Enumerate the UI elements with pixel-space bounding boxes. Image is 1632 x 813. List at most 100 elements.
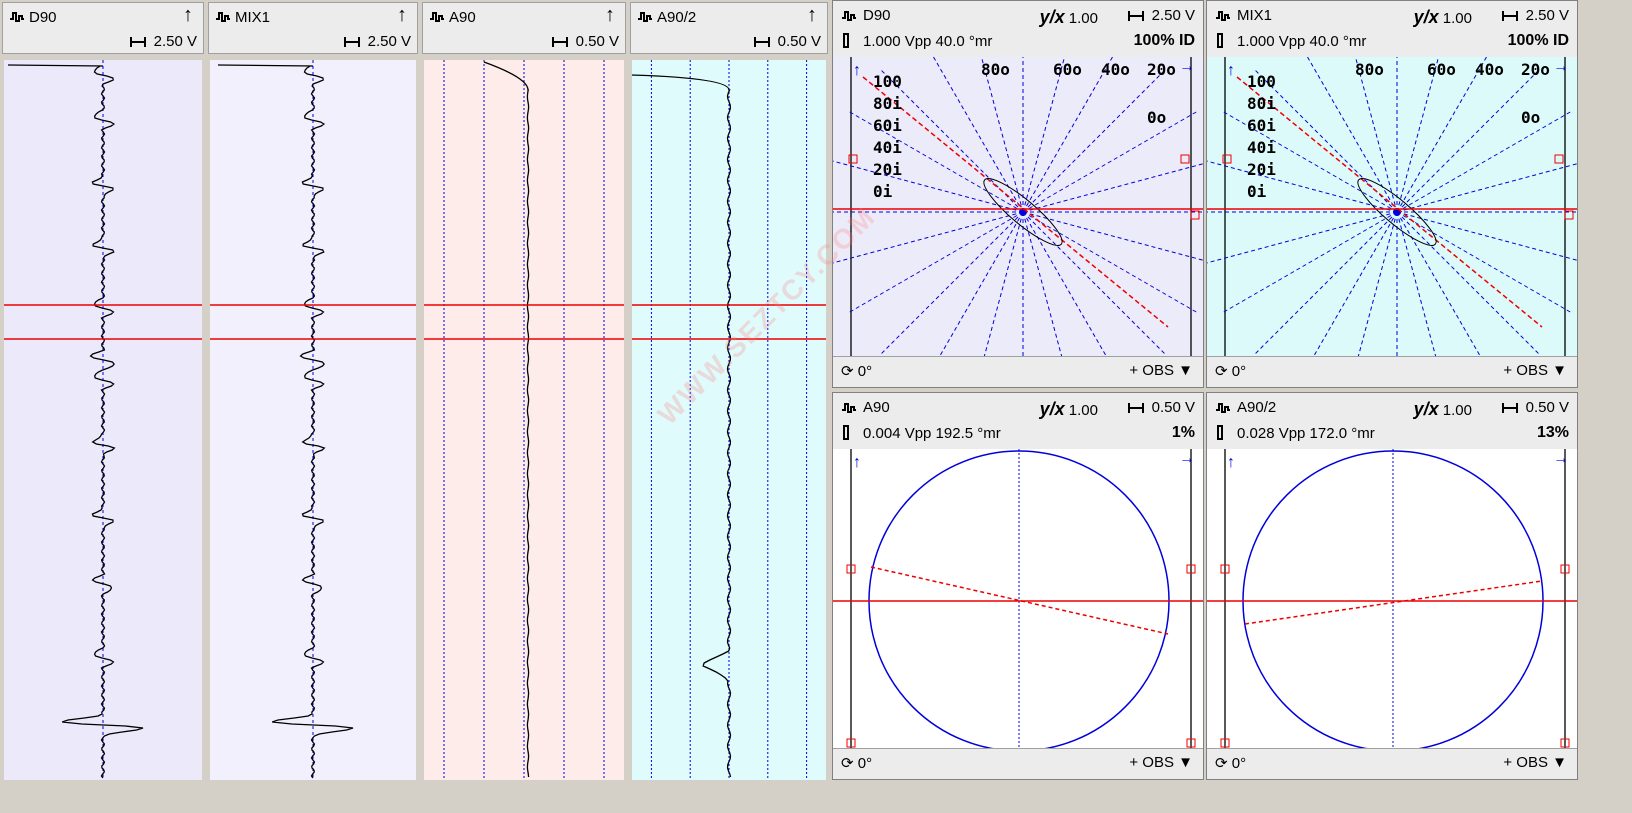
lissajous-scale: 2.50 V (1127, 7, 1195, 24)
up-marker: ↑ (1227, 62, 1235, 79)
lissajous-header[interactable]: D90 y/x 1.00 2.50 V 1.000 Vpp 40.0 °mr 1… (833, 1, 1203, 57)
strip-header[interactable]: MIX1 ↑ 2.50 V (208, 2, 418, 54)
strip-scale: 2.50 V (343, 33, 411, 50)
depth-label-od: 60o (1053, 60, 1082, 79)
depth-label-od: 0o (1147, 108, 1166, 127)
strip-plot[interactable] (424, 60, 624, 813)
depth-label-id: 60i (873, 116, 902, 135)
signal-icon (638, 12, 652, 22)
lissajous-footer[interactable]: ⟳ 0° + OBS ▼ (1207, 356, 1577, 387)
strip-plot[interactable] (4, 60, 202, 813)
lissajous-scale: 2.50 V (1501, 7, 1569, 24)
depth-label-od: 20o (1521, 60, 1550, 79)
probe-icon (1217, 33, 1223, 48)
depth-label-id: 40i (873, 138, 902, 157)
obs-button[interactable]: + OBS ▼ (1129, 754, 1193, 771)
probe-icon (843, 33, 849, 48)
lissajous-scale: 0.50 V (1127, 399, 1195, 416)
strip-name: MIX1 (235, 9, 271, 26)
vpp-readout: 1.000 Vpp 40.0 °mr (1237, 33, 1367, 50)
range-icon (551, 37, 568, 48)
lissajous-header[interactable]: A90 y/x 1.00 0.50 V 0.004 Vpp 192.5 °mr … (833, 393, 1203, 449)
lissajous-footer[interactable]: ⟳ 0° + OBS ▼ (1207, 748, 1577, 779)
lissajous-header[interactable]: MIX1 y/x 1.00 2.50 V 1.000 Vpp 40.0 °mr … (1207, 1, 1577, 57)
obs-button[interactable]: + OBS ▼ (1503, 362, 1567, 379)
depth-label-od: 20o (1147, 60, 1176, 79)
lissajous-scale: 0.50 V (1501, 399, 1569, 416)
signal-icon (842, 11, 856, 21)
depth-label-id: 0i (1247, 182, 1267, 201)
depth-label-id: 20i (873, 160, 902, 179)
strip-header[interactable]: A90 ↑ 0.50 V (422, 2, 626, 54)
lissajous-header[interactable]: A90/2 y/x 1.00 0.50 V 0.028 Vpp 172.0 °m… (1207, 393, 1577, 449)
lissajous-a90[interactable]: A90 y/x 1.00 0.50 V 0.004 Vpp 192.5 °mr … (832, 392, 1204, 780)
up-arrow-icon[interactable]: ↑ (183, 5, 193, 25)
depth-label-od: 40o (1475, 60, 1504, 79)
yx-ratio: y/x 1.00 (1039, 399, 1098, 419)
dropdown-icon[interactable]: ▼ (1178, 362, 1193, 379)
up-marker: ↑ (1227, 454, 1235, 471)
depth-label-id: 40i (1247, 138, 1276, 157)
obs-button[interactable]: + OBS ▼ (1129, 362, 1193, 379)
rotate-icon: ⟳ (841, 755, 854, 772)
rotation-readout[interactable]: ⟳ 0° (1215, 362, 1246, 380)
strip-plot[interactable] (210, 60, 416, 813)
depth-label-id: 100 (1247, 72, 1276, 91)
up-arrow-icon[interactable]: ↑ (605, 5, 615, 25)
depth-label-od: 60o (1427, 60, 1456, 79)
rotation-readout[interactable]: ⟳ 0° (1215, 754, 1246, 772)
lissajous-d90[interactable]: D90 y/x 1.00 2.50 V 1.000 Vpp 40.0 °mr 1… (832, 0, 1204, 388)
depth-label-id: 100 (873, 72, 902, 91)
depth-label-od: 0o (1521, 108, 1540, 127)
depth-label-od: 40o (1101, 60, 1130, 79)
rotation-readout[interactable]: ⟳ 0° (841, 362, 872, 380)
strip-name: D90 (29, 9, 57, 26)
range-icon (1501, 11, 1518, 22)
depth-readout: 100% ID (1507, 32, 1569, 49)
signal-icon (1216, 403, 1230, 413)
depth-label-id: 80i (1247, 94, 1276, 113)
lissajous-a90-2[interactable]: A90/2 y/x 1.00 0.50 V 0.028 Vpp 172.0 °m… (1206, 392, 1578, 780)
strip-d90[interactable]: D90 ↑ 2.50 V (0, 0, 206, 813)
up-marker: ↑ (853, 62, 861, 79)
dropdown-icon[interactable]: ▼ (1552, 362, 1567, 379)
vpp-readout: 1.000 Vpp 40.0 °mr (863, 33, 993, 50)
range-icon (1127, 403, 1144, 414)
depth-label-od: 80o (1355, 60, 1384, 79)
signal-icon (430, 12, 444, 22)
range-icon (753, 37, 770, 48)
range-icon (1501, 403, 1518, 414)
dropdown-icon[interactable]: ▼ (1178, 754, 1193, 771)
lissajous-name: D90 (863, 7, 891, 24)
up-arrow-icon[interactable]: ↑ (397, 5, 407, 25)
lissajous-mix1[interactable]: MIX1 y/x 1.00 2.50 V 1.000 Vpp 40.0 °mr … (1206, 0, 1578, 388)
strip-scale: 2.50 V (129, 33, 197, 50)
lissajous-footer[interactable]: ⟳ 0° + OBS ▼ (833, 356, 1203, 387)
lissajous-background (1207, 449, 1577, 749)
right-marker: → (1179, 450, 1195, 467)
strip-header[interactable]: A90/2 ↑ 0.50 V (630, 2, 828, 54)
strip-scale: 0.50 V (551, 33, 619, 50)
strip-mix1[interactable]: MIX1 ↑ 2.50 V (206, 0, 420, 813)
strip-a90[interactable]: A90 ↑ 0.50 V (420, 0, 628, 813)
obs-button[interactable]: + OBS ▼ (1503, 754, 1567, 771)
right-marker: → (1179, 58, 1195, 75)
vpp-readout: 0.004 Vpp 192.5 °mr (863, 425, 1001, 442)
lissajous-background (833, 449, 1203, 749)
rotate-icon: ⟳ (841, 363, 854, 380)
strip-name: A90/2 (657, 9, 697, 26)
up-arrow-icon[interactable]: ↑ (807, 5, 817, 25)
strip-plot[interactable] (632, 60, 826, 813)
right-marker: → (1553, 58, 1569, 75)
vpp-readout: 0.028 Vpp 172.0 °mr (1237, 425, 1375, 442)
depth-label-id: 20i (1247, 160, 1276, 179)
signal-icon (1216, 11, 1230, 21)
up-marker: ↑ (853, 454, 861, 471)
signal-icon (216, 12, 230, 22)
dropdown-icon[interactable]: ▼ (1552, 754, 1567, 771)
lissajous-footer[interactable]: ⟳ 0° + OBS ▼ (833, 748, 1203, 779)
strip-header[interactable]: D90 ↑ 2.50 V (2, 2, 204, 54)
probe-icon (1217, 425, 1223, 440)
yx-ratio: y/x 1.00 (1413, 7, 1472, 27)
rotation-readout[interactable]: ⟳ 0° (841, 754, 872, 772)
